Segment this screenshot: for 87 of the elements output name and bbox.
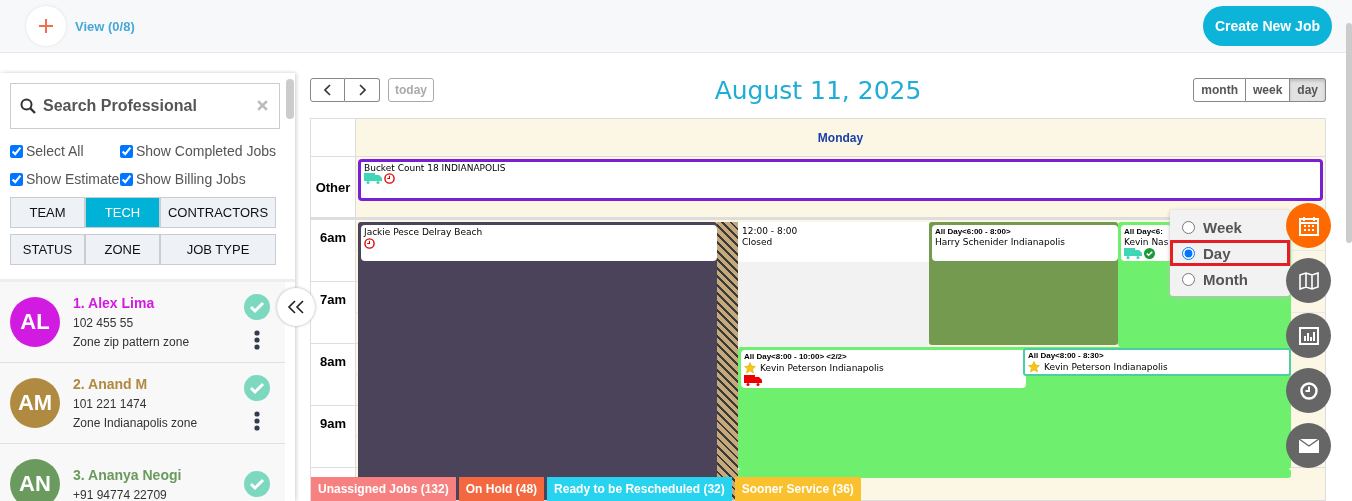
event-time: All Day<6: bbox=[1124, 227, 1164, 236]
avatar-circle: AN bbox=[10, 459, 60, 501]
star-icon bbox=[744, 362, 756, 374]
check-icon[interactable] bbox=[244, 294, 270, 320]
option-label: Select All bbox=[26, 143, 84, 159]
event-block[interactable]: All Day<8:00 - 8:30> Kevin Peterson Indianapolis bbox=[1023, 348, 1291, 376]
checkbox[interactable] bbox=[119, 172, 133, 186]
event-title: Harry Schenider Indianapolis bbox=[935, 237, 1065, 247]
radio-button[interactable] bbox=[1182, 246, 1195, 260]
filter-tab[interactable]: JOB TYPE bbox=[160, 234, 276, 265]
scrollbar[interactable] bbox=[1346, 23, 1352, 243]
checkbox[interactable] bbox=[119, 144, 133, 158]
event-title: Jackie Pesce Delray Beach bbox=[364, 227, 483, 237]
technician-zone: Zone Indianapolis zone bbox=[73, 416, 199, 430]
event-block[interactable]: All Day<6:00 - 8:00> Harry Schenider Indianapolis bbox=[929, 222, 1118, 345]
radio-button[interactable] bbox=[1182, 220, 1195, 234]
event-card[interactable]: Bucket Count 18 INDIANAPOLIS bbox=[358, 159, 1323, 201]
truck-icon bbox=[744, 375, 762, 386]
event-title: Kevin Peterson Indianapolis bbox=[760, 363, 884, 373]
filter-tab[interactable]: CONTRACTORS bbox=[160, 197, 276, 228]
technician-phone: +91 94774 22709 bbox=[73, 487, 168, 501]
event-title: Closed bbox=[742, 237, 774, 247]
view-tab[interactable]: day bbox=[1290, 78, 1326, 102]
map-icon bbox=[1298, 271, 1319, 290]
clock-icon bbox=[364, 238, 375, 249]
mail-icon bbox=[1298, 438, 1319, 453]
collapse-button[interactable] bbox=[277, 288, 315, 326]
event-time: All Day<8:00 - 8:30> bbox=[1028, 351, 1105, 360]
avatar-circle: AL bbox=[10, 297, 60, 347]
previous-button[interactable] bbox=[310, 78, 345, 102]
technician-name: 1. Alex Lima bbox=[73, 295, 156, 311]
hour-label: 7am bbox=[320, 292, 346, 309]
truck-icon bbox=[364, 173, 382, 184]
check-icon[interactable] bbox=[244, 471, 270, 497]
radio-button[interactable] bbox=[1182, 272, 1195, 286]
event-time: All Day<6:00 - 8:00> bbox=[935, 227, 1012, 236]
view-tab[interactable]: month bbox=[1193, 78, 1246, 102]
clock-icon bbox=[384, 173, 395, 184]
option-label: Month bbox=[1203, 270, 1248, 288]
calendar-date-title: August 11, 2025 bbox=[714, 75, 922, 105]
more-icon[interactable] bbox=[254, 330, 260, 350]
double-chevron-icon bbox=[287, 300, 305, 314]
scrollbar[interactable] bbox=[286, 79, 294, 119]
filter-tab[interactable]: STATUS bbox=[10, 234, 85, 265]
event-time: All Day<8:00 - 10:00> <2/2> bbox=[744, 352, 848, 361]
calendar-icon bbox=[1298, 215, 1319, 236]
technician-name: 2. Anand M bbox=[73, 376, 149, 392]
next-button[interactable] bbox=[345, 78, 380, 102]
hour-label: 9am bbox=[320, 416, 346, 433]
add-button[interactable] bbox=[26, 6, 66, 46]
event-title: Kevin Nas bbox=[1124, 237, 1169, 247]
hour-label: 8am bbox=[320, 354, 346, 371]
technician-row[interactable]: AN 3. Ananya Neogi +91 94774 22709 bbox=[0, 444, 285, 501]
option-label: Show Estimate bbox=[26, 171, 120, 187]
chart-icon bbox=[1298, 326, 1319, 345]
option-label: Show Billing Jobs bbox=[135, 171, 246, 187]
event-title: Kevin Peterson Indianapolis bbox=[1044, 362, 1168, 372]
technician-row[interactable]: AM 2. Anand M 101 221 1474 Zone Indianapolis zone bbox=[0, 363, 285, 444]
hour-label: 6am bbox=[320, 230, 346, 247]
technician-row[interactable]: AL 1. Alex Lima 102 455 55 Zone zip pattern zone bbox=[0, 282, 285, 363]
search-field[interactable]: Search Professional bbox=[10, 83, 280, 129]
option-label: Show Completed Jobs bbox=[135, 143, 276, 159]
event-title: Bucket Count 18 INDIANAPOLIS bbox=[364, 163, 507, 173]
more-icon[interactable] bbox=[254, 411, 260, 431]
technician-phone: 101 221 1474 bbox=[73, 397, 148, 411]
plus-icon bbox=[38, 18, 54, 34]
checkbox[interactable] bbox=[10, 172, 23, 186]
check-icon[interactable] bbox=[244, 375, 270, 401]
technician-zone: Zone zip pattern zone bbox=[73, 335, 191, 349]
search-icon bbox=[20, 98, 36, 114]
chevron-right-icon bbox=[358, 84, 366, 96]
option-label: Day bbox=[1203, 244, 1231, 262]
checkbox[interactable] bbox=[10, 144, 23, 158]
view-tab[interactable]: week bbox=[1245, 78, 1291, 102]
event-time: 12:00 - 8:00 bbox=[742, 226, 799, 236]
filter-tab[interactable]: ZONE bbox=[85, 234, 160, 265]
truck-icon bbox=[1124, 248, 1142, 259]
filter-tab[interactable]: TEAM bbox=[10, 197, 85, 228]
clock-icon bbox=[1299, 381, 1318, 400]
star-icon bbox=[1028, 361, 1040, 373]
technician-phone: 102 455 55 bbox=[73, 316, 135, 330]
technician-name: 3. Ananya Neogi bbox=[73, 466, 183, 483]
day-name: Monday bbox=[817, 130, 864, 145]
avatar-circle: AM bbox=[10, 378, 60, 428]
chevron-left-icon bbox=[323, 84, 332, 96]
check-icon bbox=[1144, 248, 1155, 259]
row-label: Other bbox=[315, 179, 351, 195]
